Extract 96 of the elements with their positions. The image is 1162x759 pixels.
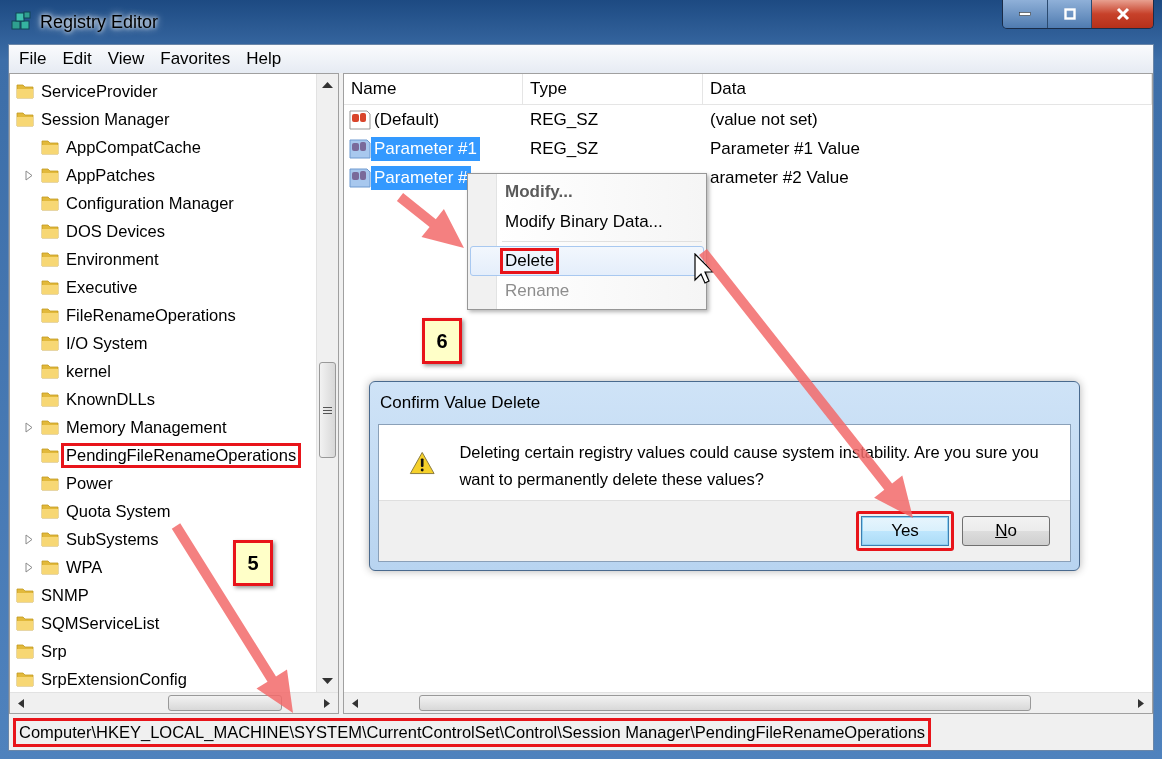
folder-icon	[41, 194, 59, 212]
scroll-left-icon[interactable]	[18, 698, 24, 708]
tree-item[interactable]: Quota System	[61, 498, 176, 524]
column-header[interactable]: Type	[523, 74, 703, 104]
expand-arrow-icon[interactable]	[25, 421, 33, 433]
folder-icon	[41, 502, 59, 520]
tree-item[interactable]: ServiceProvider	[36, 78, 163, 104]
tree-item[interactable]: FileRenameOperations	[61, 302, 241, 328]
folder-icon	[16, 670, 34, 688]
tree-item[interactable]: SrpExtensionConfig	[36, 666, 192, 692]
dialog-button[interactable]: Yes	[856, 511, 954, 551]
scrollbar-thumb[interactable]	[319, 362, 336, 458]
menu-item[interactable]: Favorites	[152, 49, 239, 69]
table-cell: arameter #2 Value	[710, 167, 849, 187]
dialog-message: Deleting certain registry values could cause system instability. Are you sure you want to permanently delete these values?	[459, 442, 1040, 490]
vertical-scrollbar[interactable]	[316, 74, 338, 692]
menu-item[interactable]: File	[11, 49, 55, 69]
mouse-pointer-icon	[694, 253, 714, 285]
tree-item[interactable]: Executive	[61, 274, 143, 300]
close-button[interactable]	[1091, 0, 1153, 28]
expand-arrow-icon[interactable]	[25, 533, 33, 545]
annotation-arrow	[396, 193, 464, 248]
expand-arrow-icon[interactable]	[25, 561, 33, 573]
tree-item[interactable]: Srp	[36, 638, 72, 664]
folder-icon	[16, 586, 34, 604]
scrollbar-thumb[interactable]	[419, 695, 1031, 711]
column-header[interactable]: Data	[703, 74, 1152, 104]
scroll-left-icon[interactable]	[352, 698, 358, 708]
status-path: Computer\HKEY_LOCAL_MACHINE\SYSTEM\CurrentControlSet\Control\Session Manager\PendingFileRenameOperations	[13, 717, 932, 747]
menu-item[interactable]: Delete	[470, 246, 704, 276]
folder-icon	[41, 446, 59, 464]
folder-icon	[41, 390, 59, 408]
folder-icon	[41, 362, 59, 380]
maximize-icon	[1063, 8, 1076, 20]
table-cell: REG_SZ	[530, 109, 599, 129]
folder-icon	[16, 642, 34, 660]
registry-cubes-icon	[10, 11, 32, 33]
value-name[interactable]: (Default)	[371, 107, 443, 132]
scroll-right-icon[interactable]	[1138, 698, 1144, 708]
folder-icon	[41, 530, 59, 548]
folder-icon	[41, 138, 59, 156]
step-number-callout: 5	[233, 540, 273, 586]
tree-item[interactable]: Session Manager	[36, 106, 175, 132]
tree-item[interactable]: SQMServiceList	[36, 610, 165, 636]
folder-icon	[16, 614, 34, 632]
column-header[interactable]: Name	[344, 74, 523, 104]
folder-icon	[41, 222, 59, 240]
tree-item[interactable]: WPA	[61, 554, 108, 580]
folder-icon	[16, 110, 34, 128]
tree-item[interactable]: kernel	[61, 358, 116, 384]
folder-icon	[41, 250, 59, 268]
table-cell: REG_SZ	[530, 138, 599, 158]
string-value-icon	[349, 167, 371, 188]
horizontal-scrollbar[interactable]	[344, 692, 1152, 713]
folder-icon	[41, 306, 59, 324]
scroll-right-icon[interactable]	[324, 698, 330, 708]
folder-icon	[16, 82, 34, 100]
minimize-icon	[1019, 12, 1031, 16]
folder-icon	[41, 418, 59, 436]
scroll-down-icon[interactable]	[322, 678, 333, 684]
folder-icon	[41, 166, 59, 184]
horizontal-scrollbar[interactable]	[10, 692, 338, 713]
menu-item[interactable]: View	[99, 49, 153, 69]
maximize-button[interactable]	[1047, 0, 1091, 28]
tree-item[interactable]: PendingFileRenameOperations	[61, 442, 302, 468]
string-value-icon	[349, 109, 371, 130]
tree-item[interactable]: Power	[61, 470, 118, 496]
tree-item[interactable]: SubSystems	[61, 526, 164, 552]
table-cell: Parameter #1 Value	[710, 138, 860, 158]
tree-item[interactable]: KnownDLLs	[61, 386, 160, 412]
folder-icon	[41, 334, 59, 352]
tree-item[interactable]: DOS Devices	[61, 218, 171, 244]
menu-item[interactable]: Modify...	[470, 177, 704, 207]
close-icon	[1115, 7, 1130, 21]
step-number-callout: 6	[422, 318, 462, 364]
tree-item[interactable]: AppPatches	[61, 162, 160, 188]
tree-item[interactable]: Memory Management	[61, 414, 232, 440]
string-value-icon	[349, 138, 371, 159]
tree-item[interactable]: Environment	[61, 246, 164, 272]
window-title: Registry Editor	[40, 11, 159, 33]
folder-icon	[41, 558, 59, 576]
menu-item[interactable]: Modify Binary Data...	[470, 207, 704, 237]
menu-item[interactable]: Help	[238, 49, 290, 69]
folder-icon	[41, 278, 59, 296]
folder-icon	[41, 474, 59, 492]
menu-item[interactable]: Edit	[54, 49, 100, 69]
table-cell: (value not set)	[710, 109, 818, 129]
expand-arrow-icon[interactable]	[25, 169, 33, 181]
dialog-title: Confirm Value Delete	[379, 392, 542, 414]
tree-item[interactable]: AppCompatCache	[61, 134, 206, 160]
dialog-button[interactable]: No	[962, 516, 1050, 546]
tree-item[interactable]: SNMP	[36, 582, 94, 608]
tree-item[interactable]: Configuration Manager	[61, 190, 239, 216]
scrollbar-thumb[interactable]	[168, 695, 282, 711]
scroll-up-icon[interactable]	[322, 82, 333, 88]
tree-item[interactable]: I/O System	[61, 330, 153, 356]
